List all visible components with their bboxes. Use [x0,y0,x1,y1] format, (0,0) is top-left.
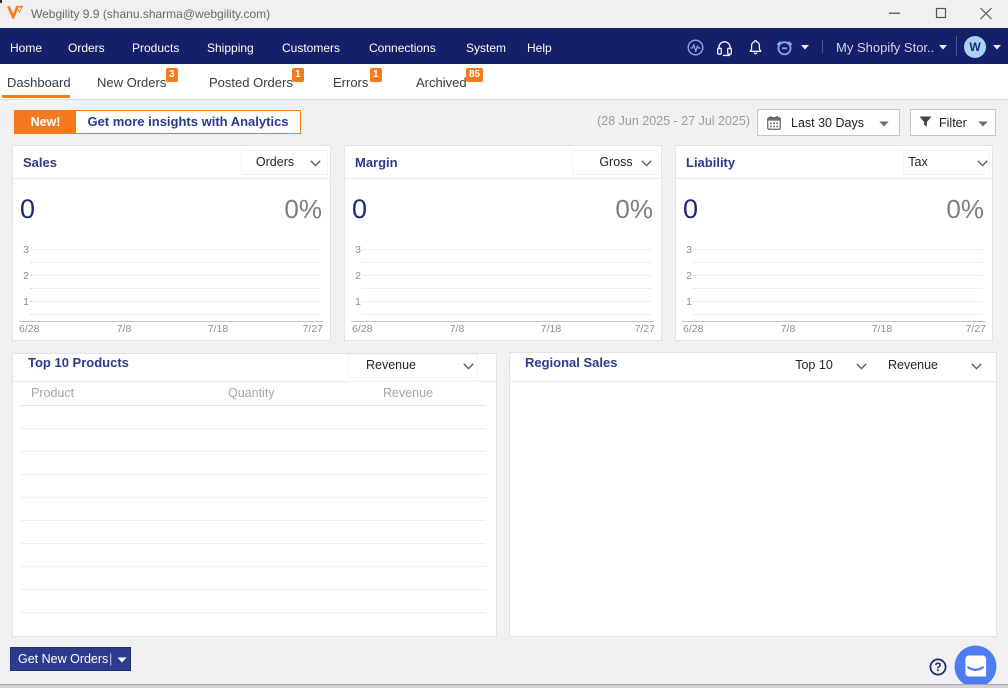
svg-text:?: ? [934,660,941,674]
